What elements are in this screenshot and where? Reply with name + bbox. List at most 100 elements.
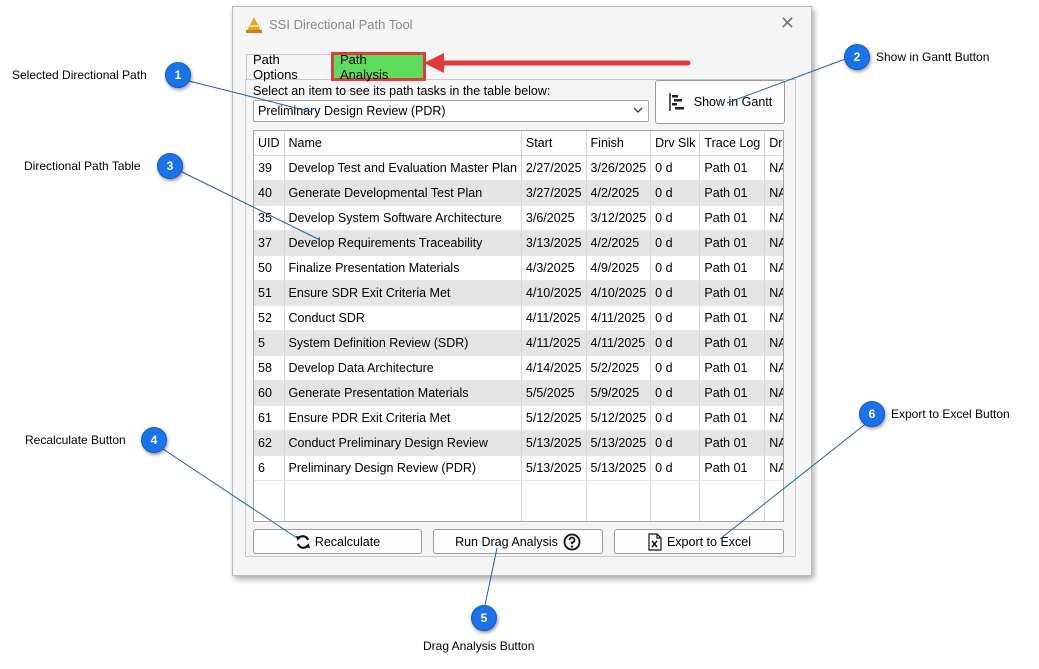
- empty-cell: [586, 505, 652, 521]
- table-cell: 4/14/2025: [521, 355, 587, 381]
- directional-path-dropdown[interactable]: Preliminary Design Review (PDR): [253, 100, 649, 122]
- export-to-excel-button[interactable]: Export to Excel: [614, 529, 784, 554]
- table-cell: 5/12/2025: [521, 405, 587, 431]
- table-cell: 5/13/2025: [586, 455, 652, 481]
- close-icon[interactable]: ✕: [780, 13, 795, 34]
- table-cell: 0 d: [650, 280, 701, 306]
- column-header[interactable]: Trace Log: [699, 131, 766, 156]
- table-cell: NA: [764, 180, 783, 206]
- table-row[interactable]: 35 Develop System Software Architecture 3/…: [254, 205, 783, 231]
- table-row[interactable]: 62 Conduct Preliminary Design Review 5/13/…: [254, 430, 783, 456]
- table-row[interactable]: 40 Generate Developmental Test Plan 3/27/2…: [254, 180, 783, 206]
- table-cell: NA: [764, 430, 783, 456]
- export-to-excel-label: Export to Excel: [666, 534, 752, 549]
- column-header[interactable]: Start: [521, 131, 587, 156]
- callout-5: 5: [471, 605, 497, 631]
- table-row[interactable]: 37 Develop Requirements Traceability 3/13/…: [254, 230, 783, 256]
- empty-cell: [699, 480, 766, 505]
- table-cell: NA: [764, 205, 783, 231]
- table-cell: NA: [764, 280, 783, 306]
- table-row[interactable]: 5 System Definition Review (SDR) 4/11/2025…: [254, 330, 783, 356]
- table-cell: NA: [764, 255, 783, 281]
- table-cell: 50: [254, 255, 285, 281]
- run-drag-analysis-button[interactable]: Run Drag Analysis: [433, 529, 603, 554]
- empty-row: [254, 480, 783, 505]
- callout-4-label: Recalculate Button: [25, 433, 126, 447]
- table-cell: 2/27/2025: [521, 155, 587, 181]
- empty-cell: [764, 505, 783, 521]
- table-cell: 0 d: [650, 205, 701, 231]
- table-cell: 0 d: [650, 430, 701, 456]
- table-cell: Path 01: [699, 305, 766, 331]
- table-cell: Ensure SDR Exit Criteria Met: [284, 280, 522, 306]
- callout-3: 3: [157, 153, 183, 179]
- table-row[interactable]: 61 Ensure PDR Exit Criteria Met 5/12/2025 5…: [254, 405, 783, 431]
- empty-cell: [650, 480, 701, 505]
- app-logo-icon: [246, 17, 262, 33]
- table-cell: 35: [254, 205, 285, 231]
- table-cell: 0 d: [650, 305, 701, 331]
- run-drag-analysis-label: Run Drag Analysis: [455, 534, 558, 549]
- table-cell: Path 01: [699, 280, 766, 306]
- table-cell: 60: [254, 380, 285, 406]
- table-cell: Develop System Software Architecture: [284, 205, 522, 231]
- table-cell: NA: [764, 305, 783, 331]
- empty-cell: [586, 480, 652, 505]
- table-cell: Ensure PDR Exit Criteria Met: [284, 405, 522, 431]
- table-cell: 4/11/2025: [586, 330, 652, 356]
- column-header[interactable]: UID: [254, 131, 285, 156]
- column-header[interactable]: Name: [284, 131, 522, 156]
- path-select-label: Select an item to see its path tasks in …: [253, 84, 551, 98]
- table-row[interactable]: 51 Ensure SDR Exit Criteria Met 4/10/2025 4…: [254, 280, 783, 306]
- table-cell: 0 d: [650, 155, 701, 181]
- table-row[interactable]: 60 Generate Presentation Materials 5/5/202…: [254, 380, 783, 406]
- table-cell: Path 01: [699, 205, 766, 231]
- table-cell: 6: [254, 455, 285, 481]
- table-cell: 5/12/2025: [586, 405, 652, 431]
- table-cell: 37: [254, 230, 285, 256]
- directional-path-tool-window: SSI Directional Path Tool ✕ Path Options…: [232, 6, 812, 576]
- table-cell: 40: [254, 180, 285, 206]
- column-header[interactable]: Drv Slk: [650, 131, 701, 156]
- table-cell: 62: [254, 430, 285, 456]
- tab-path-analysis[interactable]: Path Analysis: [331, 52, 426, 82]
- recalculate-button[interactable]: Recalculate: [253, 529, 422, 554]
- table-cell: 5/9/2025: [586, 380, 652, 406]
- table-cell: 4/9/2025: [586, 255, 652, 281]
- table-cell: 5/13/2025: [521, 455, 587, 481]
- tab-path-options[interactable]: Path Options: [246, 52, 332, 82]
- dropdown-value: Preliminary Design Review (PDR): [258, 104, 446, 118]
- directional-path-table[interactable]: UIDNameStartFinishDrv SlkTrace LogDrag 3…: [253, 130, 784, 522]
- callout-2: 2: [844, 44, 870, 70]
- table-cell: 5: [254, 330, 285, 356]
- table-row[interactable]: 39 Develop Test and Evaluation Master Pla…: [254, 155, 783, 181]
- column-header[interactable]: Finish: [586, 131, 652, 156]
- table-cell: 0 d: [650, 230, 701, 256]
- empty-cell: [521, 505, 587, 521]
- table-cell: Conduct Preliminary Design Review: [284, 430, 522, 456]
- table-cell: 51: [254, 280, 285, 306]
- column-header[interactable]: Drag: [764, 131, 783, 156]
- empty-cell: [521, 480, 587, 505]
- table-cell: 3/6/2025: [521, 205, 587, 231]
- empty-cell: [284, 480, 522, 505]
- table-cell: Path 01: [699, 180, 766, 206]
- table-cell: Path 01: [699, 155, 766, 181]
- table-row[interactable]: 50 Finalize Presentation Materials 4/3/202…: [254, 255, 783, 281]
- table-cell: 4/11/2025: [586, 305, 652, 331]
- recalculate-label: Recalculate: [314, 534, 381, 549]
- table-cell: 3/13/2025: [521, 230, 587, 256]
- table-row[interactable]: 58 Develop Data Architecture 4/14/2025 5/2/…: [254, 355, 783, 381]
- table-cell: NA: [764, 405, 783, 431]
- table-cell: 3/12/2025: [586, 205, 652, 231]
- table-cell: 0 d: [650, 355, 701, 381]
- table-row[interactable]: 6 Preliminary Design Review (PDR) 5/13/202…: [254, 455, 783, 481]
- table-row[interactable]: 52 Conduct SDR 4/11/2025 4/11/2025 0 d Path 0…: [254, 305, 783, 331]
- callout-1-label: Selected Directional Path: [12, 68, 147, 82]
- table-cell: 52: [254, 305, 285, 331]
- table-cell: 5/13/2025: [521, 430, 587, 456]
- help-icon: [563, 533, 581, 550]
- table-cell: Path 01: [699, 330, 766, 356]
- callout-2-label: Show in Gantt Button: [876, 50, 990, 64]
- show-in-gantt-button[interactable]: Show in Gantt: [655, 80, 785, 124]
